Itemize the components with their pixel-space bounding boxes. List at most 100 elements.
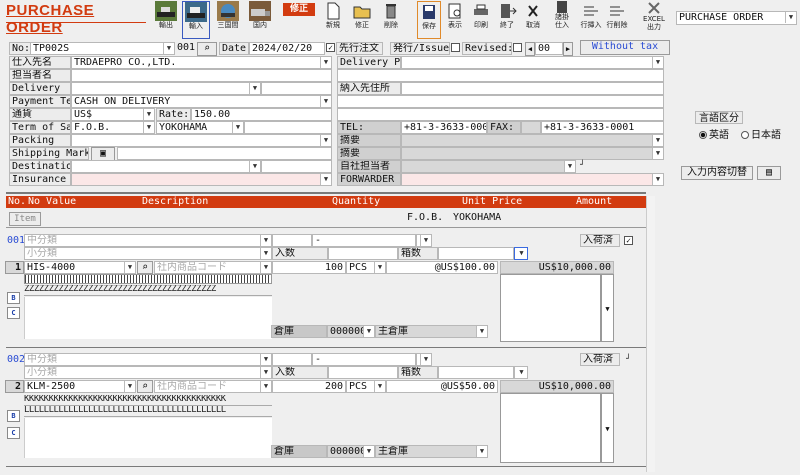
delivery-address-line3[interactable] (337, 108, 664, 121)
item1-box-select[interactable]: ▼ (514, 247, 528, 260)
shipping-marks-edit-button[interactable]: ▣ (91, 147, 115, 161)
language-japanese-radio[interactable]: 日本語 (741, 126, 781, 141)
term-place-select[interactable]: YOKOHAMA ▼ (156, 121, 244, 134)
item1-part-no-select[interactable]: HIS-4000 ▼ (24, 261, 136, 274)
language-english-radio[interactable]: 英語 (699, 126, 729, 141)
item2-received-checkbox[interactable]: ┘ (624, 355, 633, 364)
packing-select[interactable]: ▼ (71, 134, 332, 147)
item1-unit-select[interactable]: PCS ▼ (346, 261, 386, 274)
item1-b-button[interactable]: B (7, 292, 20, 304)
delivery-place-extra-field[interactable] (337, 69, 664, 82)
item2-warehouse-name[interactable]: 主倉庫 ▼ (375, 445, 488, 458)
item2-dash-select[interactable]: ▼ (416, 353, 432, 366)
item2-description-area[interactable] (24, 418, 272, 458)
destination-extra-field[interactable] (261, 160, 332, 173)
document-type-select[interactable]: PURCHASE ORDER ▼ (676, 11, 797, 25)
issue-checkbox[interactable] (451, 43, 460, 52)
item1-mid-category[interactable]: 中分類 ▼ (24, 234, 272, 247)
revised-next-button[interactable]: ▶ (563, 42, 573, 56)
item2-remarks-area[interactable] (500, 393, 601, 463)
delivery-extra-field[interactable] (261, 82, 332, 95)
item2-description-line1[interactable]: KKKKKKKKKKKKKKKKKKKKKKKKKKKKKKKKKKKKKKKK… (24, 395, 272, 406)
item2-mid-category[interactable]: 中分類 ▼ (24, 353, 272, 366)
item2-warehouse-code[interactable]: 000000 ▼ (327, 445, 375, 458)
import-mode-button[interactable]: 輸出 (152, 1, 180, 39)
insurance-select[interactable]: ▼ (71, 173, 332, 186)
item1-box-field[interactable] (438, 247, 514, 260)
delete-button[interactable]: 削除 (378, 1, 404, 39)
item2-c-button[interactable]: C (7, 427, 20, 439)
forwarder-select[interactable]: ▼ (401, 173, 664, 186)
item-button[interactable]: Item (9, 212, 41, 226)
new-button[interactable]: 新規 (320, 1, 346, 39)
supplier-select[interactable]: TRDAEPRO CO.,LTD. ▼ (71, 56, 332, 69)
cancel-button[interactable]: 取消 (521, 1, 545, 39)
without-tax-button[interactable]: Without tax (580, 40, 670, 55)
item1-quantity[interactable]: 100 (272, 261, 346, 274)
item2-description-line2[interactable]: LLLLLLLLLLLLLLLLLLLLLLLLLLLLLLLLLLLLLLLL… (24, 406, 272, 417)
item1-small-category[interactable]: 小分類 ▼ (24, 247, 272, 260)
item1-unit-price[interactable]: @US$100.00 (386, 261, 498, 274)
delivery-place-select[interactable]: ▼ (401, 56, 664, 69)
domestic-button[interactable]: 国内 (246, 1, 274, 39)
item1-remarks-dropdown[interactable]: ▼ (601, 274, 614, 342)
revised-prev-button[interactable]: ◀ (525, 42, 535, 56)
item1-description-area[interactable] (24, 297, 272, 339)
currency-select[interactable]: US$ ▼ (71, 108, 155, 121)
item1-received-checkbox[interactable]: ✓ (624, 236, 633, 245)
delivery-address-line2[interactable] (337, 95, 664, 108)
order-no-select[interactable]: TP002S ▼ (30, 42, 175, 55)
fax-field[interactable]: +81-3-3633-0001 (541, 121, 664, 134)
item2-small-category[interactable]: 小分類 ▼ (24, 366, 272, 379)
grid-scrollbar[interactable] (646, 196, 655, 472)
item1-dash-select[interactable]: ▼ (416, 234, 432, 247)
triangle-trade-button[interactable]: 三国間 (214, 1, 242, 39)
item2-unit-select[interactable]: PCS ▼ (346, 380, 386, 393)
item1-remarks-area[interactable] (500, 274, 601, 342)
save-button[interactable]: 保存 (417, 1, 441, 39)
item2-mid-extra[interactable] (272, 353, 312, 366)
charges-purchase-button[interactable]: 諸掛 仕入 (549, 1, 575, 39)
item2-box-field[interactable] (438, 366, 514, 379)
revised-number-field[interactable]: 00 (535, 42, 563, 55)
item1-search-button[interactable]: ⌕ (137, 261, 153, 274)
switch-input-icon-button[interactable]: ▤ (757, 166, 781, 180)
delivery-address-field[interactable] (401, 82, 664, 95)
staff-checkbox[interactable]: ┘ (578, 161, 587, 170)
item2-unit-price[interactable]: @US$50.00 (386, 380, 498, 393)
exit-button[interactable]: 終了 (495, 1, 519, 39)
item2-internal-code[interactable]: 社内商品コード ▼ (154, 380, 272, 393)
item2-remarks-dropdown[interactable]: ▼ (601, 393, 614, 463)
term-extra-field[interactable] (244, 121, 332, 134)
item2-part-no-select[interactable]: KLM-2500 ▼ (24, 380, 136, 393)
staff-select[interactable]: ▼ (401, 160, 576, 173)
item1-qty-in-field[interactable] (328, 247, 398, 260)
payment-terms-select[interactable]: CASH ON DELIVERY ▼ (71, 95, 332, 108)
item2-search-button[interactable]: ⌕ (137, 380, 153, 393)
export-mode-button[interactable]: 輸入 (182, 1, 210, 39)
search-order-button[interactable]: ⌕ (197, 42, 217, 56)
item1-dash-field[interactable]: - (312, 234, 416, 247)
view-button[interactable]: 表示 (443, 1, 467, 39)
term-of-sale-select[interactable]: F.O.B. ▼ (71, 121, 155, 134)
tel-field[interactable]: +81-3-3633-0000 (401, 121, 487, 134)
item1-c-button[interactable]: C (7, 307, 20, 319)
edit-button[interactable]: 修正 (349, 1, 375, 39)
item1-desc-hatch[interactable] (24, 274, 272, 284)
item1-description-line1[interactable]: ZZZZZZZZZZZZZZZZZZZZZZZZZZZZZZZZZZZZZZZ (24, 285, 272, 296)
item2-box-select[interactable]: ▼ (514, 366, 528, 379)
summary2-select[interactable]: ▼ (401, 147, 664, 160)
insert-row-button[interactable]: 行挿入 (580, 1, 602, 39)
item1-warehouse-code[interactable]: 000000 ▼ (327, 325, 375, 338)
switch-input-button[interactable]: 入力内容切替 (681, 166, 753, 180)
rate-field[interactable]: 150.00 (191, 108, 332, 121)
item2-b-button[interactable]: B (7, 410, 20, 422)
summary1-select[interactable]: ▼ (401, 134, 664, 147)
shipping-marks-field[interactable] (117, 147, 332, 160)
item1-warehouse-name[interactable]: 主倉庫 ▼ (375, 325, 488, 338)
contact-field[interactable] (71, 69, 332, 82)
prior-order-checkbox[interactable]: ✓ (326, 43, 335, 52)
item1-mid-extra[interactable] (272, 234, 312, 247)
revised-checkbox[interactable] (513, 43, 522, 52)
item1-internal-code[interactable]: 社内商品コード ▼ (154, 261, 272, 274)
